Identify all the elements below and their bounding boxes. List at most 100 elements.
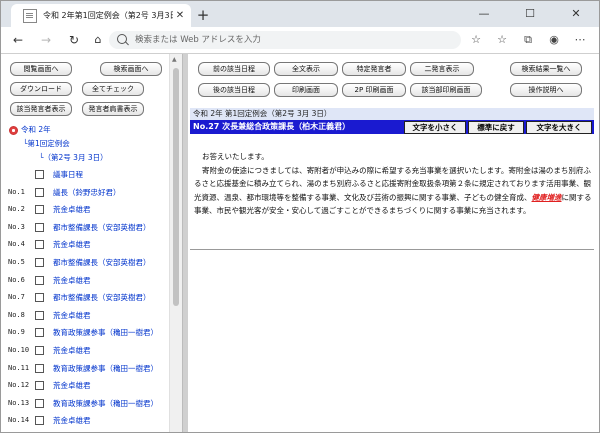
item-checkbox[interactable] [35,170,44,179]
item-link[interactable]: 荒金卓雄君 [53,310,91,321]
tab-title: 令和 2年第1回定例会（第2号 3月3日） [43,11,173,20]
right-panel: 前の該当日程 全文表示 特定発言者 二発言表示 検索結果一覧へ 後の該当日程 印… [188,54,599,432]
list-item: No.1 議長（鈴野忠好君） [1,184,169,201]
check-all-button[interactable]: 全てチェック [82,82,144,96]
show-speakers-button[interactable]: 該当発言者表示 [10,102,72,116]
how-to-button[interactable]: 操作説明へ [510,83,582,97]
show-all-button[interactable]: 全文表示 [274,62,338,76]
print-2p-button[interactable]: 2P 印刷画面 [342,83,406,97]
list-item: No.10 荒金卓雄君 [1,342,169,359]
download-button[interactable]: ダウンロード [10,82,72,96]
item-checkbox[interactable] [35,258,44,267]
font-larger-button[interactable]: 文字を大きく [526,121,592,134]
search-results-button[interactable]: 検索結果一覧へ [510,62,582,76]
item-link[interactable]: 都市整備課長（安部英樹君） [53,292,151,303]
list-item: No.12 荒金卓雄君 [1,377,169,394]
tree-year[interactable]: 令和 2年 [9,124,51,135]
tree-session[interactable]: └第1回定例会 [23,138,70,149]
favorites-icon[interactable]: ☆ [493,31,511,49]
item-number: No.11 [8,363,30,372]
item-number: No.5 [8,258,25,266]
list-item: No.3 都市整備課長（安部英樹君） [1,219,169,236]
item-checkbox[interactable] [35,240,44,250]
item-link[interactable]: 荒金卓雄君 [53,380,91,391]
speaker-title-button[interactable]: 発言者肩書表示 [82,102,144,116]
item-link[interactable]: 教育政策課参事（穐田一樹君） [53,327,158,338]
list-item: No.13 教育政策課参事（穐田一樹君） [1,395,169,412]
font-smaller-button[interactable]: 文字を小さく [404,121,466,134]
collections-icon[interactable]: ⧉ [519,31,537,49]
item-checkbox[interactable] [35,381,44,391]
item-checkbox[interactable] [35,205,44,215]
item-number: No.4 [8,240,25,249]
close-window-button[interactable]: ✕ [553,1,599,27]
item-checkbox[interactable] [35,363,44,373]
left-scrollbar[interactable]: ▲ [169,54,182,432]
address-bar: ← → ↻ ⌂ 検索または Web アドレスを入力 ☆ ☆ ⧉ ◉ ⋯ [1,27,599,54]
browser-tab[interactable]: 令和 2年第1回定例会（第2号 3月3日） ✕ [11,4,191,27]
list-item: No.5 都市整備課長（安部英樹君） [1,254,169,271]
refresh-icon[interactable]: ↻ [65,31,83,49]
item-link[interactable]: 荒金卓雄君 [53,275,91,286]
close-tab-icon[interactable]: ✕ [173,10,187,21]
speech-body: お答えいたします。 寄附金の使途につきましては、寄附者が申込みの際に希望する充当… [194,150,594,218]
list-item: No.7 都市整備課長（安部英樹君） [1,289,169,306]
scroll-thumb[interactable] [173,68,179,306]
dual-display-button[interactable]: 二発言表示 [410,62,474,76]
item-checkbox[interactable] [35,310,44,320]
speech-paragraph: 寄附金の使途につきましては、寄附者が申込みの際に希望する充当事業を選択いたします… [194,165,592,216]
list-item: No.4 荒金卓雄君 [1,236,169,253]
item-number: No.3 [8,222,25,231]
item-checkbox[interactable] [35,346,44,355]
item-checkbox[interactable] [35,328,44,338]
item-number: No.10 [8,346,30,354]
omnibox-placeholder: 検索または Web アドレスを入力 [135,35,261,45]
print-matching-button[interactable]: 該当部印刷画面 [410,83,482,97]
list-item: No.14 荒金卓雄君 [1,412,169,429]
item-number: No.14 [8,416,30,425]
next-day-button[interactable]: 後の該当日程 [198,83,270,97]
prev-day-button[interactable]: 前の該当日程 [198,62,270,76]
list-item: No.8 荒金卓雄君 [1,307,169,324]
document-icon [23,8,37,23]
item-link[interactable]: 荒金卓雄君 [53,239,91,250]
profile-icon[interactable]: ◉ [545,31,563,49]
print-screen-button[interactable]: 印刷画面 [274,83,338,97]
tree-node-icon [9,125,18,135]
speech-line: お答えいたします。 [202,152,269,161]
item-link[interactable]: 議事日程 [53,169,83,180]
back-icon[interactable]: ← [9,31,27,49]
item-link[interactable]: 教育政策課参事（穐田一樹君） [53,363,158,374]
favorite-star-icon[interactable]: ☆ [467,31,485,49]
maximize-button[interactable]: ☐ [507,1,553,27]
page-content: 閲覧画面へ 検索画面へ ダウンロード 全てチェック 該当発言者表示 発言者肩書表… [1,54,599,432]
section-divider [190,249,594,250]
tree-issue[interactable]: └（第2号 3月 3日） [39,152,108,163]
list-screen-button[interactable]: 閲覧画面へ [10,62,72,76]
item-link[interactable]: 荒金卓雄君 [53,415,91,426]
more-menu-icon[interactable]: ⋯ [571,31,589,49]
forward-icon[interactable]: → [37,31,55,49]
item-number: No.6 [8,275,25,284]
font-reset-button[interactable]: 標準に戻す [468,121,524,134]
item-link[interactable]: 教育政策課参事（穐田一樹君） [53,398,158,409]
item-checkbox[interactable] [35,222,44,232]
home-icon[interactable]: ⌂ [89,31,107,49]
item-link[interactable]: 荒金卓雄君 [53,345,91,356]
item-link[interactable]: 都市整備課長（安部英樹君） [53,257,151,268]
new-tab-button[interactable]: + [194,6,212,24]
item-checkbox[interactable] [35,275,44,285]
item-checkbox[interactable] [35,398,44,408]
item-link[interactable]: 荒金卓雄君 [53,204,91,215]
omnibox[interactable]: 検索または Web アドレスを入力 [109,31,461,49]
scroll-up-icon[interactable]: ▲ [172,56,177,63]
item-checkbox[interactable] [35,416,44,426]
item-link[interactable]: 議長（鈴野忠好君） [53,187,121,198]
specific-speaker-button[interactable]: 特定発言者 [342,62,406,76]
item-checkbox[interactable] [35,293,44,303]
item-checkbox[interactable] [35,187,44,197]
minimize-button[interactable]: — [461,1,507,27]
search-screen-button[interactable]: 検索画面へ [100,62,162,76]
item-number: No.9 [8,328,25,337]
item-link[interactable]: 都市整備課長（安部英樹君） [53,222,151,233]
